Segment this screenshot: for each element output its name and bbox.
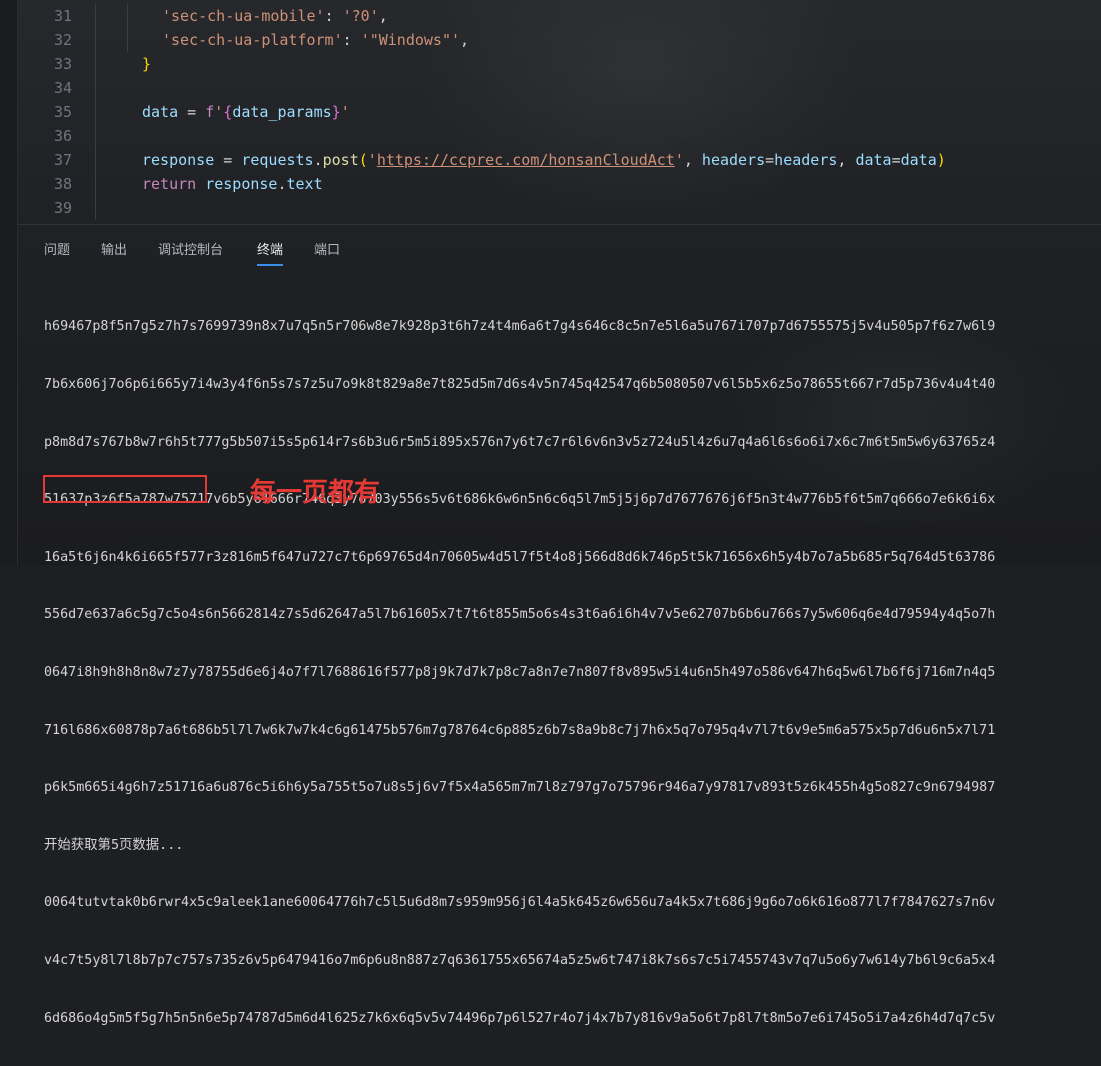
line-number: 39 xyxy=(53,199,72,217)
code-line[interactable]: 36 xyxy=(17,124,1101,148)
indent-guide xyxy=(95,28,96,52)
code-text: return response.text xyxy=(142,175,323,193)
indent-guide xyxy=(95,196,96,220)
code-text: } xyxy=(142,55,152,73)
highlight-box xyxy=(43,475,207,503)
terminal-line: 6d686o4g5m5f5g7h5n5n6e5p74787d5m6d4l625z… xyxy=(44,1010,996,1026)
indent-guide xyxy=(95,172,96,196)
terminal-line: h69467p8f5n7g5z7h7s7699739n8x7u7q5n5r706… xyxy=(44,319,996,335)
panel-tab-bar: 问题 输出 调试控制台 终端 端口 xyxy=(17,225,1101,267)
indent-guide xyxy=(127,28,128,52)
code-text: 'sec-ch-ua-mobile': '?0', xyxy=(162,7,388,25)
code-text: response = requests.post('https://ccprec… xyxy=(142,151,946,169)
line-number: 32 xyxy=(53,31,72,49)
indent-guide xyxy=(95,76,96,100)
terminal-line: 16a5t6j6n4k6i665f577r3z816m5f647u727c7t6… xyxy=(44,549,996,565)
code-text: data = f'{data_params}' xyxy=(142,103,350,121)
code-line[interactable]: 35 data = f'{data_params}' xyxy=(17,100,1101,124)
line-number: 33 xyxy=(53,55,72,73)
tab-problems[interactable]: 问题 xyxy=(44,239,70,264)
indent-guide xyxy=(95,148,96,172)
indent-guide xyxy=(127,4,128,28)
code-line[interactable]: 32 'sec-ch-ua-platform': '"Windows"', xyxy=(17,28,1101,52)
code-text: 'sec-ch-ua-platform': '"Windows"', xyxy=(162,31,470,49)
terminal-line: v4c7t5y8l7l8b7p7c757s735z6v5p6479416o7m6… xyxy=(44,952,996,968)
side-panel-edge xyxy=(0,0,18,565)
indent-guide xyxy=(95,100,96,124)
tab-output[interactable]: 输出 xyxy=(101,239,127,264)
code-editor[interactable]: 31 'sec-ch-ua-mobile': '?0', 32 'sec-ch-ua-… xyxy=(17,0,1101,224)
code-line[interactable]: 37 response = requests.post('https://ccpr… xyxy=(17,148,1101,172)
indent-guide xyxy=(95,52,96,76)
tab-debug-console[interactable]: 调试控制台 xyxy=(158,239,223,264)
code-line[interactable]: 33} xyxy=(17,52,1101,76)
line-number: 36 xyxy=(53,127,72,145)
line-number: 35 xyxy=(53,103,72,121)
terminal-line: 0064tutvtak0b6rwr4x5c9aleek1ane60064776h… xyxy=(44,895,996,911)
tab-terminal[interactable]: 终端 xyxy=(257,239,284,266)
line-number: 37 xyxy=(53,151,72,169)
code-line[interactable]: 31 'sec-ch-ua-mobile': '?0', xyxy=(17,4,1101,28)
terminal-status-line: 开始获取第5页数据... xyxy=(44,837,184,853)
terminal-line: p6k5m665i4g6h7z51716a6u876c5i6h6y5a755t5… xyxy=(44,780,996,796)
terminal-line: 716l686x60878p7a6t686b5l7l7w6k7w7k4c6g61… xyxy=(44,722,996,738)
code-line[interactable]: 39 xyxy=(17,196,1101,220)
code-line[interactable]: 38 return response.text xyxy=(17,172,1101,196)
tab-ports[interactable]: 端口 xyxy=(314,239,340,264)
bottom-panel: 问题 输出 调试控制台 终端 端口 h69467p8f5n7g5z7h7s769… xyxy=(17,224,1101,1026)
line-number: 38 xyxy=(53,175,72,193)
indent-guide xyxy=(95,4,96,28)
code-line[interactable]: 34 xyxy=(17,76,1101,100)
terminal-line: p8m8d7s767b8w7r6h5t777g5b507i5s5p614r7s6… xyxy=(44,434,996,450)
annotation-label: 每一页都有 xyxy=(250,478,381,508)
terminal-line: 7b6x606j7o6p6i665y7i4w3y4f6n5s7s7z5u7o9k… xyxy=(44,377,996,392)
indent-guide xyxy=(95,124,96,148)
line-number: 31 xyxy=(53,7,72,25)
terminal-output[interactable]: h69467p8f5n7g5z7h7s7699739n8x7u7q5n5r706… xyxy=(44,279,1101,1066)
line-number: 34 xyxy=(53,79,72,97)
terminal-line: 0647i8h9h8h8n8w7z7y78755d6e6j4o7f7l76886… xyxy=(44,664,996,680)
terminal-line: 556d7e637a6c5g7c5o4s6n5662814z7s5d62647a… xyxy=(44,607,996,623)
